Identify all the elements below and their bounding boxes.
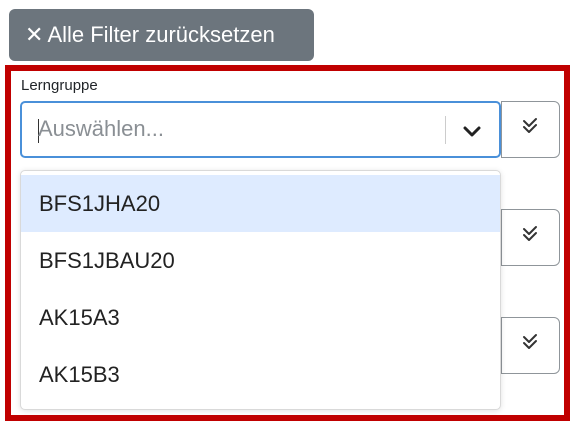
dropdown-option[interactable]: AK15A3: [21, 289, 500, 346]
dropdown-option[interactable]: AK15B3: [21, 346, 500, 403]
select-all-button-2[interactable]: [501, 209, 560, 266]
double-check-icon: [519, 331, 543, 360]
double-check-icon: [519, 115, 543, 144]
chevron-down-icon[interactable]: [460, 119, 484, 143]
dropdown-option[interactable]: BFS1JBAU20: [21, 232, 500, 289]
select-all-button-3[interactable]: [501, 317, 560, 374]
reset-button-label: Alle Filter zurücksetzen: [47, 22, 275, 47]
select-placeholder: Auswählen...: [38, 116, 164, 141]
close-icon: ✕: [25, 22, 44, 47]
select-all-button-1[interactable]: [501, 101, 560, 158]
double-check-icon: [519, 223, 543, 252]
dropdown-menu: BFS1JHA20 BFS1JBAU20 AK15A3 AK15B3: [20, 170, 501, 410]
dropdown-option[interactable]: BFS1JHA20: [21, 175, 500, 232]
reset-all-filters-button[interactable]: ✕ Alle Filter zurücksetzen: [9, 9, 314, 61]
filter-area: ✕ Alle Filter zurücksetzen Lerngruppe Au…: [0, 0, 583, 433]
lerngruppe-select[interactable]: Auswählen...: [20, 101, 501, 158]
lerngruppe-label: Lerngruppe: [21, 77, 98, 94]
indicator-separator: [445, 116, 446, 144]
